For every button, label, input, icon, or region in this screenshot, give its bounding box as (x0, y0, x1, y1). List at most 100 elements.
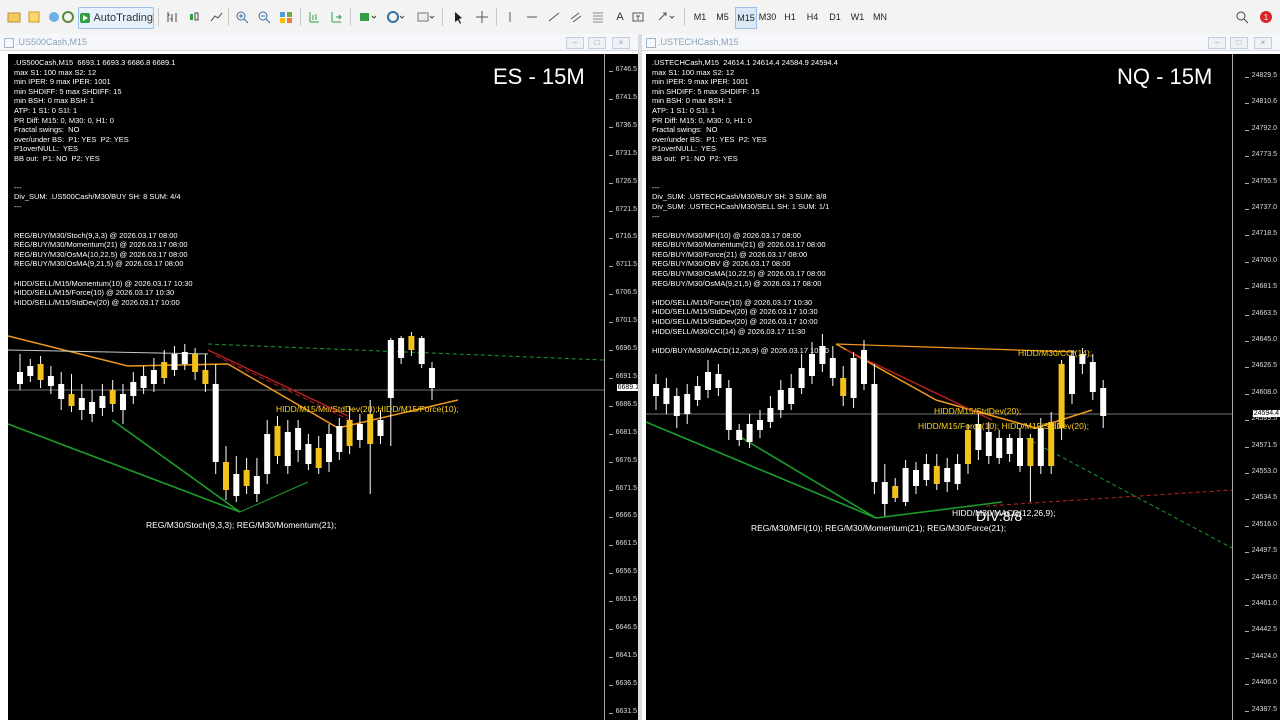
maximize-button[interactable]: □ (588, 37, 606, 49)
candle-body (725, 388, 732, 430)
autotrading-button[interactable]: AutoTrading (78, 7, 154, 29)
navigator-icon[interactable] (60, 7, 76, 27)
info-line: min SHDIFF: 5 max SHDIFF: 15 (14, 86, 122, 96)
candle-body (418, 338, 425, 364)
line-chart-icon[interactable] (208, 7, 224, 27)
info-line (652, 173, 838, 183)
info-line (14, 212, 193, 222)
candle-body (1027, 438, 1034, 466)
price-tick-label: 6716.5 (608, 233, 637, 241)
info-line: BB out: P1: NO P2: YES (14, 153, 100, 163)
candle-body (1017, 438, 1023, 466)
crosshair-icon[interactable] (474, 7, 490, 27)
info-line: over/under BS: P1: YES P2: YES (14, 134, 129, 144)
periods-icon[interactable] (384, 7, 408, 27)
candle-body (120, 394, 126, 410)
price-tick-label: 24626.5 (1244, 362, 1277, 370)
current-price-tag: 24594.4 (1252, 410, 1280, 417)
timeframe-h1-button[interactable]: H1 (780, 7, 800, 27)
price-tick-label: 24810.6 (1244, 98, 1277, 106)
price-tick-label: 6701.5 (608, 317, 637, 325)
tile-windows-icon[interactable] (278, 7, 294, 27)
zoom-in-icon[interactable] (234, 7, 250, 27)
price-axis[interactable]: 6746.5 6741.5 6736.5 6731.5 6726.5 6721.5 6716… (604, 54, 638, 720)
info-line: over/under BS: P1: YES P2: YES (652, 134, 767, 144)
price-chart[interactable]: 24829.5 24810.6 24792.0 24773.5 24755.5 24737… (646, 54, 1280, 720)
info-line: min IPER: 9 max IPER: 1001 (652, 77, 749, 87)
price-tick-label: 24829.5 (1244, 72, 1277, 79)
timeframe-m5-button[interactable]: M5 (713, 7, 733, 27)
new-chart-icon[interactable] (6, 7, 22, 27)
search-icon[interactable] (1234, 7, 1250, 27)
minimize-button[interactable]: – (566, 37, 584, 49)
price-tick-label: 6676.5 (608, 456, 637, 464)
price-tick-label: 24461.0 (1244, 600, 1277, 607)
timeframe-m30-button[interactable]: M30 (758, 7, 778, 27)
info-line: min BSH: 0 max BSH: 1 (14, 96, 95, 106)
candle-body (746, 424, 753, 442)
vertical-line-icon[interactable] (502, 7, 518, 27)
price-tick-label: 24534.5 (1244, 494, 1277, 502)
timeframe-m1-button[interactable]: M1 (690, 7, 710, 27)
bar-chart-icon[interactable] (164, 7, 180, 27)
text-label-icon[interactable] (630, 7, 646, 27)
timeframe-m15-button[interactable]: M15 (735, 7, 757, 29)
info-line: REG/BUY/M30/OsMA(10,22,5) @ 2026.03.17 0… (14, 249, 188, 259)
candle-body (305, 444, 312, 464)
horizontal-line-icon[interactable] (524, 7, 540, 27)
price-tick-label: 6696.5 (608, 345, 637, 352)
trendline-icon[interactable] (546, 7, 562, 27)
candle-body (767, 408, 774, 422)
autoscroll-icon[interactable] (328, 7, 344, 27)
annotation-force: HIDD/M15/Force(10); HIDD/M15/StdDev(20); (918, 421, 1089, 431)
candle-body (798, 368, 805, 388)
candlestick-icon[interactable] (186, 7, 202, 27)
candle-body (150, 370, 157, 384)
indicators-icon[interactable] (356, 7, 380, 27)
info-line: --- (14, 182, 22, 192)
close-button[interactable]: × (1254, 37, 1272, 49)
timeframe-h4-button[interactable]: H4 (803, 7, 823, 27)
timeframe-d1-button[interactable]: D1 (825, 7, 845, 27)
templates-icon[interactable] (414, 7, 438, 27)
minimize-button[interactable]: – (1208, 37, 1226, 49)
price-tick-label: 6641.5 (608, 651, 637, 659)
info-line: --- (652, 211, 660, 221)
price-chart[interactable]: 6746.5 6741.5 6736.5 6731.5 6726.5 6721.5 6716… (8, 54, 638, 720)
price-tick-label: 6631.5 (608, 707, 637, 715)
price-tick-label: 24497.5 (1244, 547, 1277, 555)
candle-body (736, 430, 743, 440)
zoom-out-icon[interactable] (256, 7, 272, 27)
price-tick-label: 24645.0 (1244, 336, 1277, 343)
candle-body (181, 352, 188, 364)
window-icon (646, 38, 656, 48)
price-tick-label: 24718.5 (1244, 230, 1277, 238)
price-tick-label: 24516.0 (1244, 520, 1277, 528)
channel-icon[interactable] (568, 7, 584, 27)
ma-line-orange (127, 363, 229, 367)
notification-icon[interactable]: 1 (1258, 7, 1274, 27)
info-line: max S1: 100 max S2: 12 (14, 67, 97, 77)
profiles-icon[interactable] (26, 7, 42, 27)
timeframe-mn-button[interactable]: MN (870, 7, 890, 27)
price-tick-label: 6661.5 (608, 540, 637, 548)
price-tick-label: 6656.5 (608, 568, 637, 576)
arrows-icon[interactable] (654, 7, 678, 27)
candle-body (694, 386, 701, 400)
price-tick-label: 6651.5 (608, 596, 637, 604)
price-axis[interactable]: 24829.5 24810.6 24792.0 24773.5 24755.5 24737… (1232, 54, 1280, 720)
maximize-button[interactable]: □ (1230, 37, 1248, 49)
price-tick-label: 6736.5 (608, 121, 637, 129)
info-line: HIDD/SELL/M15/StdDev(20) @ 2026.03.17 10… (652, 317, 818, 327)
info-line: HIDD/SELL/M15/Force(10) @ 2026.03.17 10:… (652, 297, 813, 307)
candle-body (161, 362, 168, 378)
fibonacci-icon[interactable] (590, 7, 606, 27)
text-tool-button[interactable]: A (612, 7, 628, 27)
candle-body (673, 396, 680, 416)
chart-window-ustech: .USTECHCash,M15 – □ × 24829.5 24810.6 2479… (642, 34, 1280, 720)
cursor-icon[interactable] (450, 7, 466, 27)
close-button[interactable]: × (612, 37, 630, 49)
timeframe-w1-button[interactable]: W1 (848, 7, 868, 27)
chart-shift-icon[interactable] (306, 7, 322, 27)
candle-body (809, 354, 815, 376)
